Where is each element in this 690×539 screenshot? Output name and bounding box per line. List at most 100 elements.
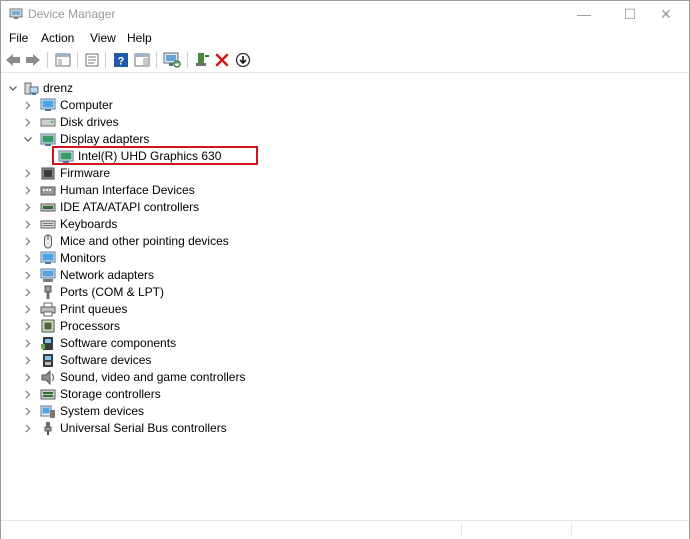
firmware-icon [40, 166, 56, 181]
menu-file[interactable]: File [9, 31, 28, 45]
tree-item-label: Software devices [60, 353, 152, 367]
chevron-right-icon[interactable] [23, 165, 33, 182]
chevron-right-icon[interactable] [23, 250, 33, 267]
tree-item-network-adapters[interactable]: Network adapters [1, 267, 261, 284]
minimize-icon: — [577, 6, 591, 22]
highlight-box [52, 146, 258, 165]
properties-icon[interactable] [83, 51, 101, 69]
tree-item-human-interface-devices[interactable]: Human Interface Devices [1, 182, 261, 199]
tree-item-label: Print queues [60, 302, 128, 316]
close-button[interactable]: ✕ [643, 1, 689, 27]
scan-hardware-changes-icon[interactable] [163, 51, 181, 69]
chevron-down-icon[interactable] [23, 131, 33, 148]
keyboard-icon [40, 217, 56, 232]
tree-item-label: Sound, video and game controllers [60, 370, 246, 384]
show-hide-console-tree-icon[interactable] [54, 51, 72, 69]
tree-item-system-devices[interactable]: System devices [1, 403, 261, 420]
device-manager-window: Device Manager — ☐ ✕ File Action View He… [0, 0, 690, 539]
tree-item-label: Keyboards [60, 217, 118, 231]
tree-item-label: Universal Serial Bus controllers [60, 421, 227, 435]
tree-item-ports-com-lpt[interactable]: Ports (COM & LPT) [1, 284, 261, 301]
tree-item-label: Storage controllers [60, 387, 161, 401]
port-icon [40, 285, 56, 300]
tree-item-mice-and-other-pointing-devices[interactable]: Mice and other pointing devices [1, 233, 261, 250]
software-component-icon [40, 336, 56, 351]
tree-item-processors[interactable]: Processors [1, 318, 261, 335]
tree-item-software-devices[interactable]: Software devices [1, 352, 261, 369]
storage-controller-icon [40, 387, 56, 402]
status-bar-cell [461, 523, 572, 537]
tree-item-usb-controllers[interactable]: Universal Serial Bus controllers [1, 420, 281, 437]
tree-item-label: Ports (COM & LPT) [60, 285, 165, 299]
root-label: drenz [43, 81, 74, 95]
chevron-right-icon[interactable] [23, 199, 33, 216]
chevron-right-icon[interactable] [23, 233, 33, 250]
printer-icon [40, 302, 56, 317]
toolbar-separator [77, 52, 78, 68]
chevron-right-icon[interactable] [23, 403, 33, 420]
update-driver-icon[interactable] [234, 51, 252, 69]
help-icon[interactable]: ? [112, 51, 130, 69]
device-manager-app-icon [9, 7, 23, 24]
toolbar: ? [1, 48, 689, 73]
tree-item-sound-video-game-controllers[interactable]: Sound, video and game controllers [1, 369, 281, 386]
speaker-icon [40, 369, 56, 386]
title-bar: Device Manager — ☐ ✕ [1, 1, 689, 27]
tree-item-label: Mice and other pointing devices [60, 234, 229, 248]
tree-root[interactable]: drenz [1, 80, 201, 97]
tree-item-disk-drives[interactable]: Disk drives [1, 114, 261, 131]
status-bar [1, 520, 689, 539]
chevron-right-icon[interactable] [23, 386, 33, 403]
chevron-right-icon[interactable] [23, 369, 33, 386]
toolbar-separator [156, 52, 157, 68]
svg-text:?: ? [118, 56, 125, 68]
toolbar-separator [187, 52, 188, 68]
minimize-button[interactable]: — [561, 1, 607, 27]
tree-item-label: Software components [60, 336, 177, 350]
forward-arrow-icon[interactable] [24, 51, 42, 69]
tree-item-keyboards[interactable]: Keyboards [1, 216, 261, 233]
chevron-right-icon[interactable] [23, 267, 33, 284]
computer-name-icon [23, 81, 39, 96]
tree-item-label: Computer [60, 98, 113, 112]
ide-controller-icon [40, 200, 56, 215]
chevron-right-icon[interactable] [23, 318, 33, 335]
close-icon: ✕ [660, 5, 672, 22]
action-pane-icon[interactable] [133, 51, 151, 69]
back-arrow-icon[interactable] [4, 51, 22, 69]
computer-icon [40, 98, 56, 113]
tree-item-computer[interactable]: Computer [1, 97, 261, 114]
chevron-right-icon[interactable] [23, 284, 33, 301]
tree-item-label: IDE ATA/ATAPI controllers [60, 200, 200, 214]
uninstall-device-icon[interactable] [213, 51, 231, 69]
tree-item-firmware[interactable]: Firmware [1, 165, 261, 182]
chevron-right-icon[interactable] [23, 216, 33, 233]
disk-drive-icon [40, 115, 56, 130]
display-adapter-icon [40, 132, 56, 147]
tree-item-label: Monitors [60, 251, 107, 265]
network-adapter-icon [40, 268, 56, 283]
maximize-icon: ☐ [623, 5, 637, 22]
tree-item-software-components[interactable]: Software components [1, 335, 261, 352]
tree-item-label: System devices [60, 404, 145, 418]
chevron-right-icon[interactable] [23, 301, 33, 318]
tree-item-monitors[interactable]: Monitors [1, 250, 261, 267]
menu-view[interactable]: View [90, 31, 116, 45]
chevron-right-icon[interactable] [23, 114, 33, 131]
usb-icon [40, 421, 56, 436]
toolbar-separator [47, 52, 48, 68]
chevron-right-icon[interactable] [23, 352, 33, 369]
tree-item-ide-ata-atapi-controllers[interactable]: IDE ATA/ATAPI controllers [1, 199, 261, 216]
chevron-right-icon[interactable] [23, 97, 33, 114]
software-device-icon [40, 353, 56, 368]
menu-help[interactable]: Help [127, 31, 152, 45]
add-driver-icon[interactable] [193, 51, 211, 69]
chevron-down-icon[interactable] [8, 80, 18, 97]
chevron-right-icon[interactable] [23, 182, 33, 199]
window-title: Device Manager [28, 7, 116, 21]
chevron-right-icon[interactable] [23, 420, 33, 437]
menu-action[interactable]: Action [41, 31, 74, 45]
chevron-right-icon[interactable] [23, 335, 33, 352]
tree-item-storage-controllers[interactable]: Storage controllers [1, 386, 261, 403]
tree-item-print-queues[interactable]: Print queues [1, 301, 261, 318]
